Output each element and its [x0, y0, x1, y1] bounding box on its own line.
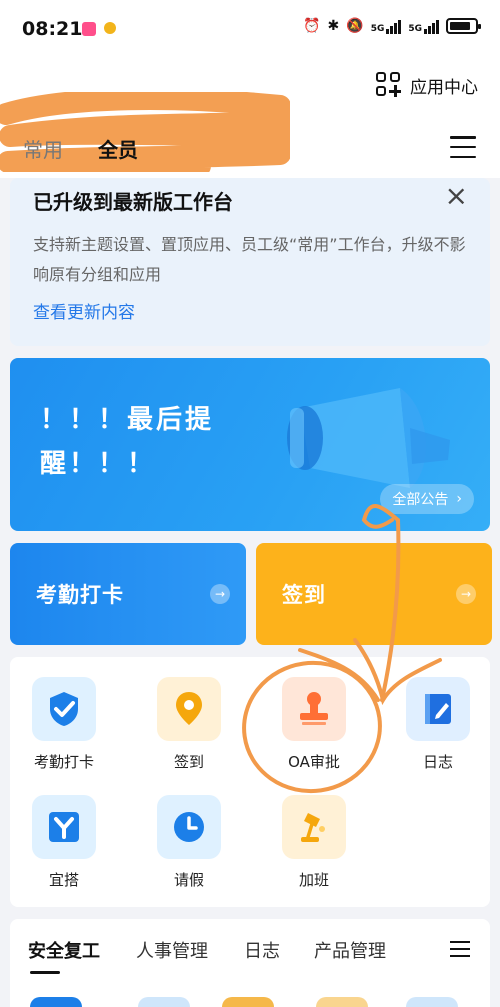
app-attendance[interactable]: 考勤打卡: [14, 677, 114, 772]
clock-icon: [157, 795, 221, 859]
app-oa-approval[interactable]: OA审批: [264, 677, 364, 772]
tab-log[interactable]: 日志: [244, 937, 280, 963]
workspace-header: 应用中心 常用 全员: [0, 56, 500, 178]
all-announcements-label: 全部公告: [392, 492, 449, 508]
attendance-card[interactable]: 考勤打卡 →: [10, 543, 246, 645]
app-signin[interactable]: 签到: [139, 677, 239, 772]
arrow-right-icon: →: [456, 584, 476, 604]
location-pin-icon: [157, 677, 221, 741]
chevron-right-icon: ›: [456, 491, 462, 507]
tab-all-staff[interactable]: 全员: [98, 134, 138, 163]
check-shield-icon: [32, 677, 96, 741]
signin-card-label: 签到: [282, 583, 326, 607]
desk-lamp-icon: [282, 795, 346, 859]
app-log[interactable]: 日志: [388, 677, 488, 772]
app-icon-peek: [138, 997, 190, 1007]
app-label: 加班: [298, 871, 329, 889]
category-tabs: 安全复工 人事管理 日志 产品管理: [10, 919, 490, 1007]
app-icon-peek: [30, 997, 82, 1007]
yida-icon: [32, 795, 96, 859]
mute-icon: 🔕: [346, 18, 364, 34]
menu-icon[interactable]: [450, 941, 470, 957]
notification-app-icon-2: [104, 22, 116, 34]
active-tab-indicator: [30, 971, 60, 974]
bluetooth-icon: ✱: [327, 18, 340, 34]
status-indicators: ⏰ ✱ 🔕 5G 5G: [303, 18, 481, 34]
banner-text: ！！！最后提醒！！！: [40, 405, 215, 479]
app-label: 日志: [422, 753, 453, 771]
app-icon-peek: [316, 997, 368, 1007]
notebook-icon: [406, 677, 470, 741]
menu-icon[interactable]: [450, 136, 476, 158]
network-type: 5G: [370, 24, 385, 34]
view-updates-link[interactable]: 查看更新内容: [33, 298, 135, 323]
signin-card[interactable]: 签到 →: [256, 543, 492, 645]
arrow-right-icon: →: [210, 584, 230, 604]
app-grid-icon: [376, 72, 402, 98]
battery-level: [450, 22, 471, 30]
app-leave[interactable]: 请假: [139, 795, 239, 890]
tab-hr-management[interactable]: 人事管理: [136, 937, 208, 963]
stamp-icon: [282, 677, 346, 741]
status-time: 08:21: [22, 18, 83, 40]
tab-safe-return[interactable]: 安全复工: [28, 937, 100, 963]
app-overtime[interactable]: 加班: [264, 795, 364, 890]
notification-app-icon: [82, 22, 96, 36]
app-label: 宜搭: [48, 871, 79, 889]
app-icon-peek: [406, 997, 458, 1007]
app-label: 签到: [173, 753, 204, 771]
signal-icon: 5G: [371, 18, 402, 34]
all-announcements-button[interactable]: 全部公告 ›: [380, 484, 474, 514]
upgrade-notice: 已升级到最新版工作台 × 支持新主题设置、置顶应用、员工级“常用”工作台，升级不…: [10, 178, 490, 346]
status-bar: 08:21 ⏰ ✱ 🔕 5G 5G: [0, 0, 500, 56]
app-label: OA审批: [288, 753, 340, 771]
app-center-label: 应用中心: [410, 77, 478, 98]
app-yida[interactable]: 宜搭: [14, 795, 114, 890]
notice-title: 已升级到最新版工作台: [33, 190, 233, 214]
app-label: 考勤打卡: [33, 753, 94, 771]
close-icon[interactable]: ×: [445, 182, 468, 210]
attendance-card-label: 考勤打卡: [36, 583, 124, 607]
alarm-icon: ⏰: [303, 18, 321, 34]
app-center-button[interactable]: 应用中心: [376, 72, 478, 98]
signal-icon-2: 5G: [408, 18, 439, 34]
tab-product-management[interactable]: 产品管理: [314, 937, 386, 963]
app-grid: 考勤打卡 签到 OA审批 日志 宜搭 请假 加班: [10, 657, 490, 907]
notice-description: 支持新主题设置、置顶应用、员工级“常用”工作台，升级不影响原有分组和应用: [33, 235, 466, 284]
network-type-2: 5G: [408, 24, 422, 34]
app-label: 请假: [173, 871, 204, 889]
announcement-banner[interactable]: ！！！最后提醒！！！ 全部公告 ›: [10, 358, 490, 531]
tab-common[interactable]: 常用: [23, 134, 63, 163]
app-icon-peek: [222, 997, 274, 1007]
battery-icon: [446, 18, 481, 34]
